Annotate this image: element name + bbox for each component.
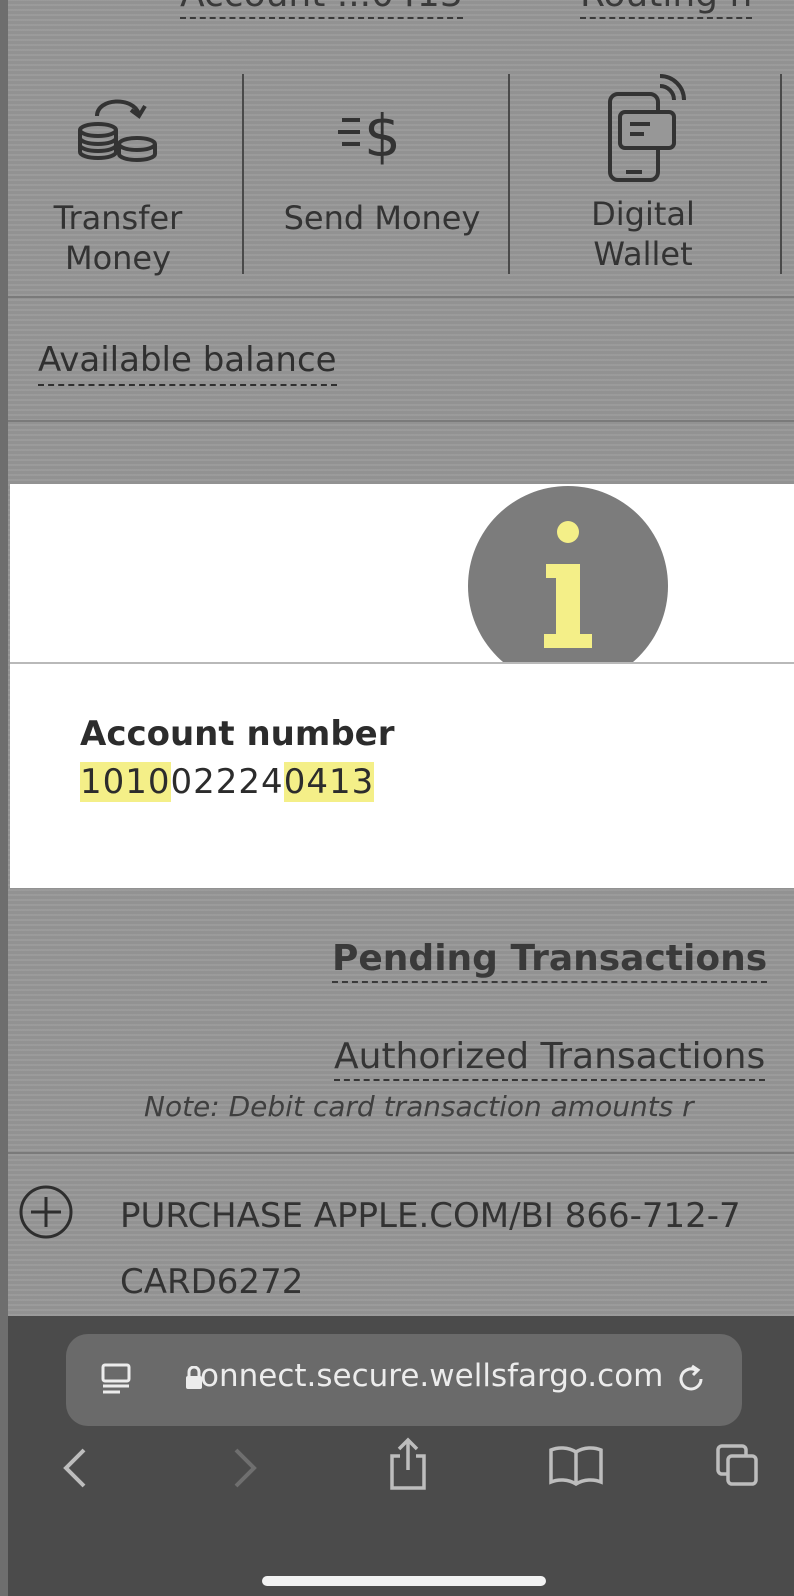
dialog-divider (10, 662, 794, 664)
send-money-button[interactable]: $ Send Money (254, 68, 510, 278)
transaction-description[interactable]: PURCHASE APPLE.COM/BI 866-712-7 (120, 1196, 741, 1236)
transaction-card: CARD6272 (120, 1262, 304, 1302)
section-divider (8, 1152, 794, 1154)
account-link[interactable]: Account ...0413 (180, 0, 463, 19)
reload-icon[interactable] (674, 1362, 708, 1396)
reader-icon[interactable] (100, 1362, 132, 1394)
forward-icon[interactable] (230, 1446, 260, 1490)
share-icon[interactable] (386, 1436, 430, 1492)
transfer-money-label: Transfer Money (53, 199, 183, 277)
quick-actions: Transfer Money $ Send Money Digital Wall… (8, 68, 794, 288)
available-balance-link[interactable]: Available balance (38, 340, 337, 386)
browser-toolbar: onnect.secure.wellsfargo.com (8, 1316, 794, 1596)
bookmarks-icon[interactable] (548, 1444, 604, 1486)
send-money-icon: $ (338, 102, 401, 168)
home-indicator[interactable] (262, 1576, 546, 1586)
transfer-money-button[interactable]: Transfer Money (18, 68, 218, 278)
digital-wallet-icon (608, 74, 686, 182)
info-icon (468, 486, 668, 662)
account-number-dialog: Account number 1010022240413 (10, 484, 794, 888)
action-divider (242, 74, 244, 274)
account-number-value: 1010022240413 (80, 762, 375, 802)
url-text[interactable]: onnect.secure.wellsfargo.com (200, 1358, 663, 1394)
address-bar[interactable]: onnect.secure.wellsfargo.com (66, 1334, 742, 1426)
digital-wallet-button[interactable]: Digital Wallet (538, 68, 748, 278)
debit-note: Note: Debit card transaction amounts r (144, 1090, 694, 1123)
authorized-transactions-heading[interactable]: Authorized Transactions (334, 1036, 766, 1081)
coins-transfer-icon (78, 99, 157, 162)
routing-link[interactable]: Routing n (580, 0, 753, 19)
section-divider (8, 420, 794, 422)
account-header: Account ...0413 Routing n (8, 0, 794, 40)
section-divider (8, 296, 794, 298)
account-number-title: Account number (80, 714, 395, 754)
digital-wallet-label: Digital Wallet (591, 195, 695, 273)
svg-text:$: $ (364, 102, 401, 168)
action-divider (780, 74, 782, 274)
action-divider (508, 74, 510, 274)
pending-transactions-heading[interactable]: Pending Transactions (332, 938, 768, 983)
tabs-icon[interactable] (714, 1442, 762, 1490)
send-money-label: Send Money (283, 199, 481, 237)
back-icon[interactable] (60, 1446, 90, 1490)
expand-plus-icon[interactable] (18, 1184, 74, 1240)
